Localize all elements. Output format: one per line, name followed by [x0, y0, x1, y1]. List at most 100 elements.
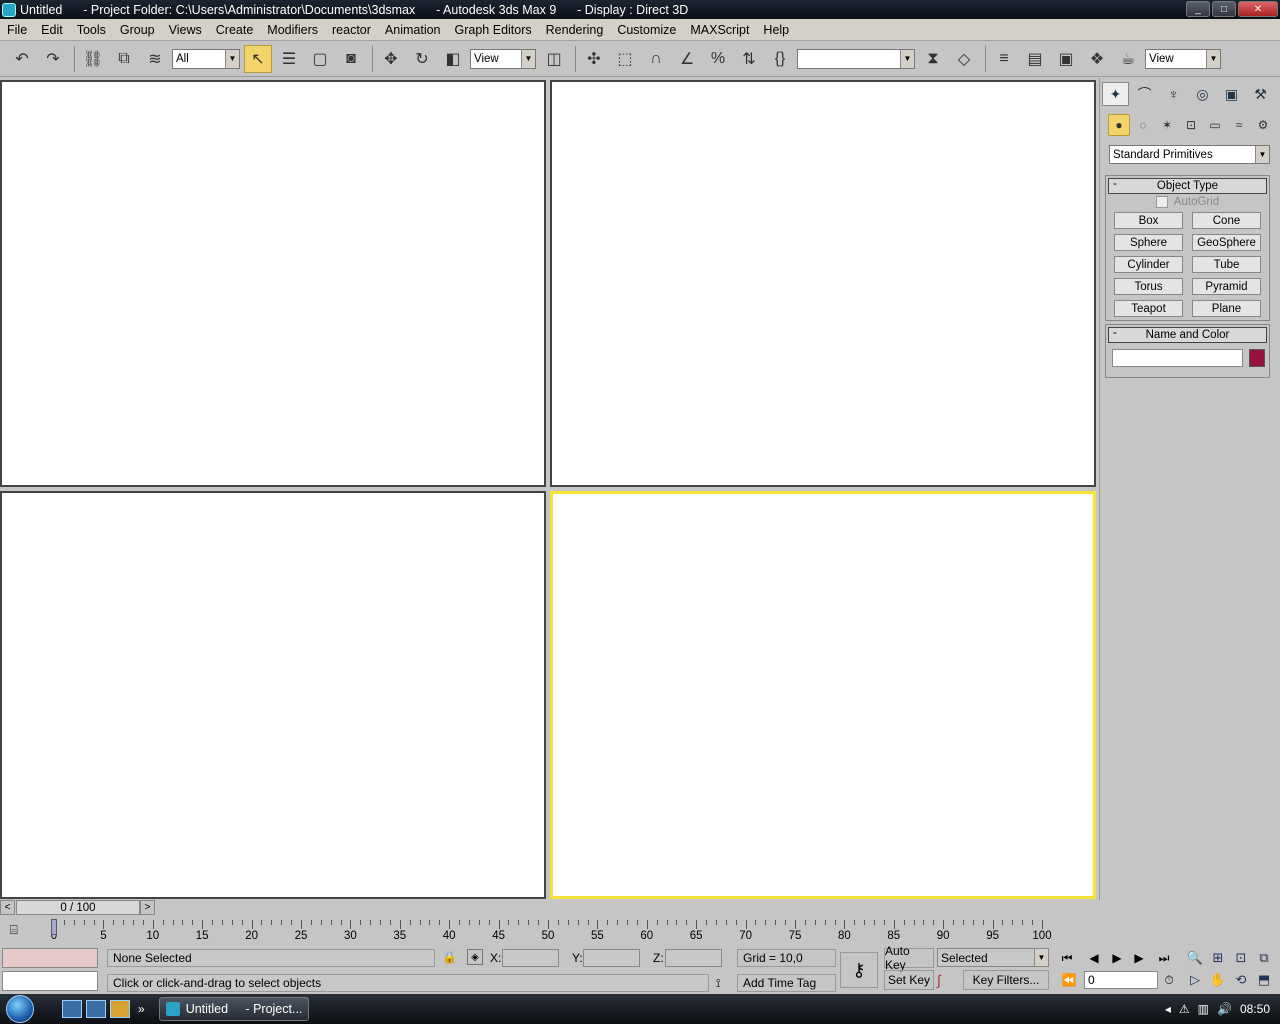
absolute-mode-icon[interactable]: ◈ [467, 949, 483, 965]
key-mode-toggle-icon[interactable]: ⏪ [1058, 971, 1080, 989]
utilities-tab-icon[interactable]: ⚒ [1247, 82, 1274, 106]
object-category-dropdown[interactable]: Standard Primitives ▼ [1109, 145, 1270, 164]
material-editor-icon[interactable]: ❖ [1083, 45, 1111, 73]
sphere-button[interactable]: Sphere [1114, 234, 1183, 251]
maxscript-listener-macro[interactable] [2, 948, 98, 968]
named-selection-sets-dropdown[interactable]: ▼ [797, 48, 915, 69]
show-desktop-icon[interactable] [62, 1000, 82, 1018]
object-color-swatch[interactable] [1249, 349, 1265, 367]
quick-launch-more-icon[interactable]: » [138, 1002, 145, 1016]
field-of-view-icon[interactable]: ▷ [1184, 970, 1206, 990]
teapot-button[interactable]: Teapot [1114, 300, 1183, 317]
x-coordinate-field[interactable] [502, 949, 559, 967]
select-and-scale-icon[interactable]: ◧ [439, 45, 467, 73]
arc-rotate-icon[interactable]: ⟲ [1230, 970, 1252, 990]
key-filters-button[interactable]: Key Filters... [963, 970, 1049, 990]
window-crossing-icon[interactable]: ◙ [337, 45, 365, 73]
redo-icon[interactable]: ↷ [39, 45, 67, 73]
menu-animation[interactable]: Animation [378, 23, 448, 37]
bind-space-warp-icon[interactable]: ≋ [141, 45, 169, 73]
y-coordinate-field[interactable] [583, 949, 640, 967]
set-key-button[interactable]: Set Key [884, 970, 934, 990]
minimize-button[interactable]: _ [1186, 1, 1210, 17]
taskbar-3dsmax-window[interactable]: Untitled - Project... [158, 997, 309, 1021]
torus-button[interactable]: Torus [1114, 278, 1183, 295]
pan-view-icon[interactable]: ✋ [1207, 970, 1229, 990]
render-scene-icon[interactable]: ☕ [1114, 45, 1142, 73]
play-animation-icon[interactable]: ▶ [1106, 949, 1128, 967]
box-button[interactable]: Box [1114, 212, 1183, 229]
maxscript-listener-input[interactable] [2, 971, 98, 991]
z-coordinate-field[interactable] [665, 949, 722, 967]
menu-views[interactable]: Views [162, 23, 209, 37]
3dsmax-app-icon[interactable] [2, 2, 16, 17]
tray-expand-icon[interactable]: ◂ [1165, 1002, 1171, 1016]
time-configuration-icon[interactable]: ⏱ [1158, 971, 1180, 989]
use-pivot-center-icon[interactable]: ◫ [540, 45, 568, 73]
zoom-extents-icon[interactable]: ⊡ [1230, 948, 1252, 968]
key-mode-dropdown[interactable]: Selected ▼ [937, 948, 1049, 967]
layer-manager-icon[interactable]: ≡ [990, 45, 1018, 73]
schematic-view-icon[interactable]: ▣ [1052, 45, 1080, 73]
zoom-extents-all-icon[interactable]: ⧉ [1253, 948, 1275, 968]
select-and-manipulate-icon[interactable]: ✣ [580, 45, 608, 73]
edit-named-selection-icon[interactable]: {} [766, 45, 794, 73]
shapes-icon[interactable]: ◌ [1132, 114, 1154, 136]
menu-help[interactable]: Help [756, 23, 796, 37]
object-type-rollout-header[interactable]: - Object Type [1108, 178, 1267, 194]
zoom-all-icon[interactable]: ⊞ [1207, 948, 1229, 968]
cone-button[interactable]: Cone [1192, 212, 1261, 229]
snaps-toggle-icon[interactable]: ∩ [642, 45, 670, 73]
cylinder-button[interactable]: Cylinder [1114, 256, 1183, 273]
select-and-move-icon[interactable]: ✥ [377, 45, 405, 73]
motion-tab-icon[interactable]: ◎ [1189, 82, 1216, 106]
menu-graph-editors[interactable]: Graph Editors [448, 23, 539, 37]
hierarchy-tab-icon[interactable]: ♆ [1160, 82, 1187, 106]
menu-create[interactable]: Create [209, 23, 261, 37]
window-title-bar[interactable]: Untitled - Project Folder: C:\Users\Admi… [0, 0, 1280, 19]
switch-windows-icon[interactable] [86, 1000, 106, 1018]
keyboard-shortcut-override-icon[interactable]: ⬚ [611, 45, 639, 73]
previous-frame-icon[interactable]: ◀ [1083, 949, 1105, 967]
menu-reactor[interactable]: reactor [325, 23, 378, 37]
rectangular-selection-region-icon[interactable]: ▢ [306, 45, 334, 73]
zoom-icon[interactable]: 🔍 [1184, 948, 1206, 968]
create-tab-icon[interactable]: ✦ [1102, 82, 1129, 106]
display-tab-icon[interactable]: ▣ [1218, 82, 1245, 106]
select-and-link-icon[interactable]: ⛓ [79, 45, 107, 73]
selection-filter-dropdown[interactable]: All ▼ [172, 48, 240, 69]
select-by-name-icon[interactable]: ☰ [275, 45, 303, 73]
animation-track-icon[interactable]: ⟟ [716, 976, 720, 991]
percent-snap-icon[interactable]: % [704, 45, 732, 73]
go-to-end-icon[interactable]: ⏭ [1153, 949, 1175, 967]
clock[interactable]: 08:50 [1240, 1002, 1270, 1016]
align-icon[interactable]: ◇ [950, 45, 978, 73]
cameras-icon[interactable]: ⊡ [1180, 114, 1202, 136]
angle-snap-icon[interactable]: ∠ [673, 45, 701, 73]
geometry-icon[interactable]: ● [1108, 114, 1130, 136]
viewport-bottom-left[interactable] [0, 491, 546, 899]
menu-modifiers[interactable]: Modifiers [260, 23, 325, 37]
tube-button[interactable]: Tube [1192, 256, 1261, 273]
media-player-icon[interactable] [110, 1000, 130, 1018]
space-warps-icon[interactable]: ≈ [1228, 114, 1250, 136]
plane-button[interactable]: Plane [1192, 300, 1261, 317]
select-object-icon[interactable]: ↖ [244, 44, 272, 73]
unlink-selection-icon[interactable]: ⧉ [110, 45, 138, 73]
frame-ruler[interactable]: 0 5 10 15 20 25 30 35 40 45 50 55 60 65 70 75 80 85 90 95 10… [51, 916, 1054, 946]
add-time-tag-button[interactable]: Add Time Tag [737, 974, 836, 992]
spinner-snap-icon[interactable]: ⇅ [735, 45, 763, 73]
set-keys-key-icon[interactable]: ⚷ [840, 952, 878, 988]
current-frame-marker[interactable] [51, 919, 57, 935]
undo-icon[interactable]: ↶ [8, 45, 36, 73]
time-slider-thumb[interactable]: 0 / 100 [16, 900, 140, 915]
pyramid-button[interactable]: Pyramid [1192, 278, 1261, 295]
network-icon[interactable]: ▥ [1198, 1002, 1209, 1016]
helpers-icon[interactable]: ▭ [1204, 114, 1226, 136]
menu-file[interactable]: File [0, 23, 34, 37]
name-and-color-rollout-header[interactable]: - Name and Color [1108, 327, 1267, 343]
maximize-viewport-toggle-icon[interactable]: ⬒ [1253, 970, 1275, 990]
maximize-button[interactable]: □ [1212, 1, 1236, 17]
modify-tab-icon[interactable]: ⌒ [1131, 82, 1158, 106]
viewport-top-left[interactable] [0, 80, 546, 487]
